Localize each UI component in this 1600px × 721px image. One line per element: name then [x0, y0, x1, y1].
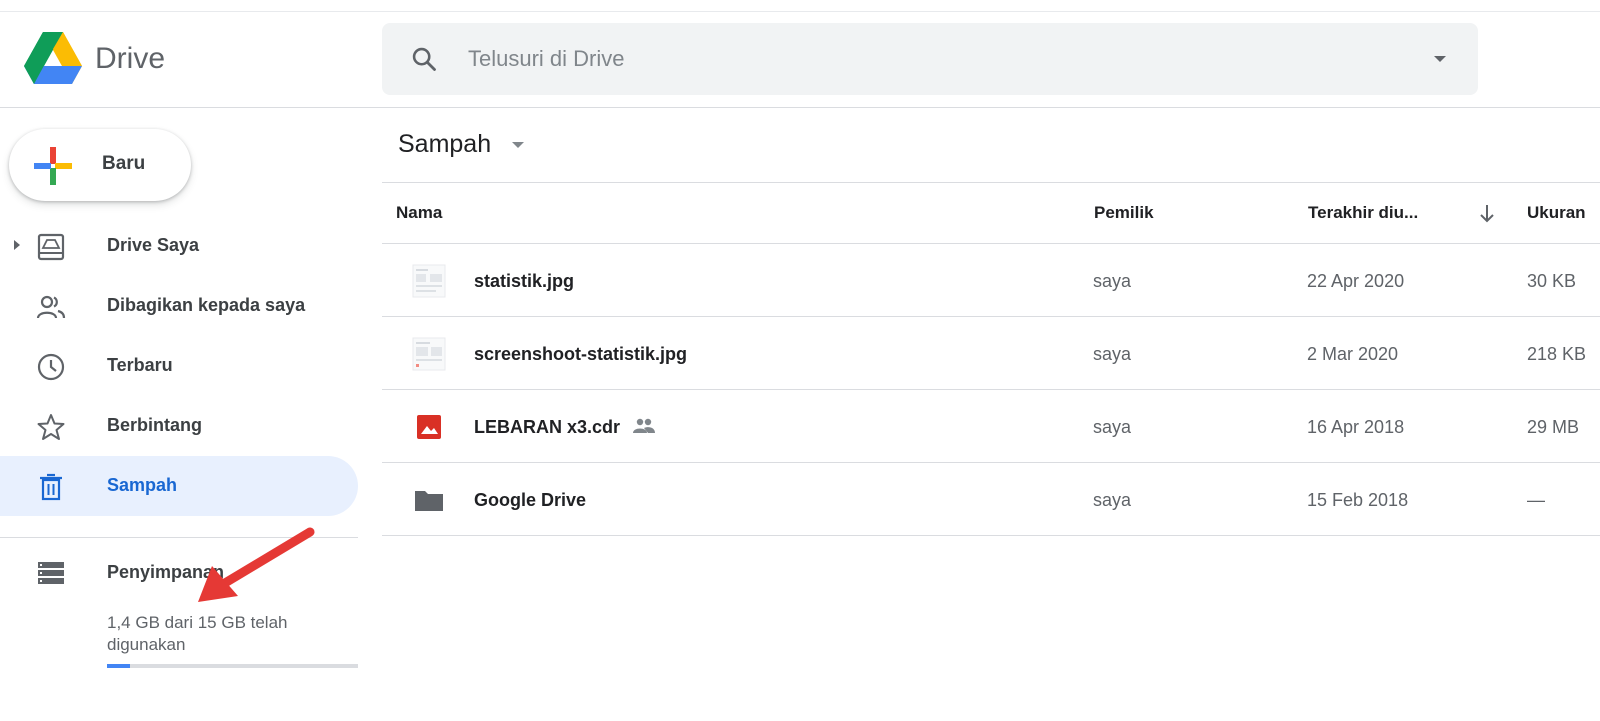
sidebar-item-label: Sampah: [107, 475, 178, 495]
sidebar-item-recent[interactable]: Terbaru: [0, 336, 358, 396]
table-row[interactable]: Google Drive saya 15 Feb 2018 —: [382, 463, 1600, 536]
sort-arrow-down-icon[interactable]: [1477, 202, 1497, 224]
sidebar-item-my-drive[interactable]: Drive Saya: [0, 216, 358, 276]
file-list: Nama Pemilik Terakhir diu... Ukuran stat…: [382, 182, 1600, 536]
title-caret-icon[interactable]: [510, 140, 526, 150]
shared-people-icon: [633, 418, 655, 433]
table-row[interactable]: screenshoot-statistik.jpg saya 2 Mar 202…: [382, 317, 1600, 390]
drive-logo-icon[interactable]: [24, 32, 82, 84]
file-modified: 15 Feb 2018: [1307, 490, 1409, 510]
sidebar: Baru Drive Saya Dibagikan kepada saya Te…: [0, 108, 358, 721]
search-icon[interactable]: [410, 45, 438, 73]
file-modified: 2 Mar 2020: [1307, 344, 1399, 364]
file-size: 218 KB: [1527, 344, 1587, 364]
table-row[interactable]: LEBARAN x3.cdr saya 16 Apr 2018 29 MB: [382, 390, 1600, 463]
file-size: —: [1527, 490, 1545, 510]
sidebar-item-shared-with-me[interactable]: Dibagikan kepada saya: [0, 276, 358, 336]
clock-icon: [37, 353, 65, 381]
column-header-owner[interactable]: Pemilik: [1094, 203, 1154, 223]
file-size: 30 KB: [1527, 271, 1577, 291]
file-name: screenshoot-statistik.jpg: [474, 344, 688, 364]
file-owner: saya: [1093, 490, 1132, 510]
file-owner: saya: [1093, 271, 1132, 291]
image-thumbnail-icon: [412, 264, 446, 298]
column-header-modified[interactable]: Terakhir diu...: [1308, 203, 1418, 223]
my-drive-icon: [37, 233, 65, 261]
sidebar-item-trash[interactable]: Sampah: [0, 456, 358, 516]
app-name[interactable]: Drive: [95, 42, 165, 76]
sidebar-item-label: Dibagikan kepada saya: [107, 295, 306, 315]
sidebar-item-label: Terbaru: [107, 355, 173, 375]
table-row[interactable]: statistik.jpg saya 22 Apr 2020 30 KB: [382, 244, 1600, 317]
column-header-name[interactable]: Nama: [396, 203, 442, 223]
file-modified: 22 Apr 2020: [1307, 271, 1405, 291]
column-header-size[interactable]: Ukuran: [1527, 203, 1586, 223]
search-bar[interactable]: [382, 23, 1478, 95]
plus-icon: [34, 147, 72, 185]
sidebar-item-label: Berbintang: [107, 415, 203, 435]
search-input[interactable]: [468, 41, 1368, 77]
file-name: statistik.jpg: [474, 271, 575, 291]
shared-people-icon: [36, 295, 66, 319]
file-list-header: Nama Pemilik Terakhir diu... Ukuran: [382, 182, 1600, 244]
sidebar-item-label: Drive Saya: [107, 235, 200, 255]
file-name: LEBARAN x3.cdr: [474, 417, 621, 437]
file-owner: saya: [1093, 344, 1132, 364]
main-content: Sampah Nama Pemilik Terakhir diu... Ukur…: [382, 108, 1600, 721]
app-header: Drive: [0, 12, 1600, 108]
window-top-edge: [0, 0, 1600, 12]
image-file-icon: [417, 415, 441, 439]
folder-icon: [415, 491, 443, 511]
file-name: Google Drive: [474, 490, 587, 510]
new-button[interactable]: Baru: [9, 129, 191, 201]
image-thumbnail-icon: [412, 337, 446, 371]
storage-icon: [38, 562, 64, 584]
file-owner: saya: [1093, 417, 1132, 437]
file-size: 29 MB: [1527, 417, 1580, 437]
storage-progress-bar: [107, 664, 358, 668]
trash-icon: [40, 473, 62, 501]
sidebar-item-starred[interactable]: Berbintang: [0, 396, 358, 456]
search-options-caret-icon[interactable]: [1430, 49, 1450, 69]
storage-progress-fill: [107, 664, 131, 668]
star-icon: [37, 414, 65, 440]
new-button-label: Baru: [102, 153, 146, 174]
storage-usage-text: 1,4 GB dari 15 GB telah digunakan: [107, 613, 288, 654]
page-title[interactable]: Sampah: [398, 130, 491, 159]
expand-arrow-icon[interactable]: [12, 238, 22, 252]
annotation-red-arrow: [198, 527, 315, 602]
file-modified: 16 Apr 2018: [1307, 417, 1405, 437]
